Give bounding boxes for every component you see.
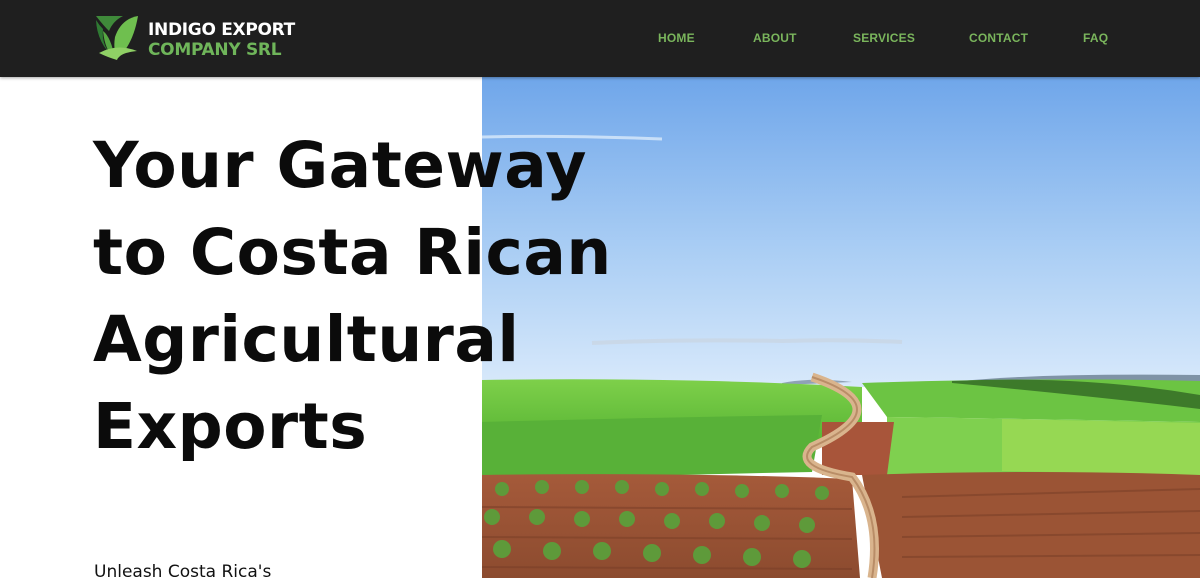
site-header: INDIGO EXPORT COMPANY SRL HOME ABOUT SER… (0, 0, 1200, 77)
nav-about[interactable]: ABOUT (753, 31, 797, 45)
hero-subtitle: Unleash Costa Rica's (94, 562, 272, 582)
hero-title-line: Exports (93, 390, 368, 463)
hero-title-line: to Costa Rican (93, 216, 612, 289)
nav-contact[interactable]: CONTACT (969, 31, 1028, 45)
nav-faq[interactable]: FAQ (1083, 31, 1108, 45)
nav-services[interactable]: SERVICES (853, 31, 915, 45)
hero-title-line: Your Gateway (93, 129, 587, 202)
hero-title-line: Agricultural (93, 303, 520, 376)
nav-home[interactable]: HOME (658, 31, 695, 45)
main-nav: HOME ABOUT SERVICES CONTACT FAQ (0, 31, 1200, 47)
hero-title: Your Gateway to Costa Rican Agricultural… (93, 122, 653, 470)
